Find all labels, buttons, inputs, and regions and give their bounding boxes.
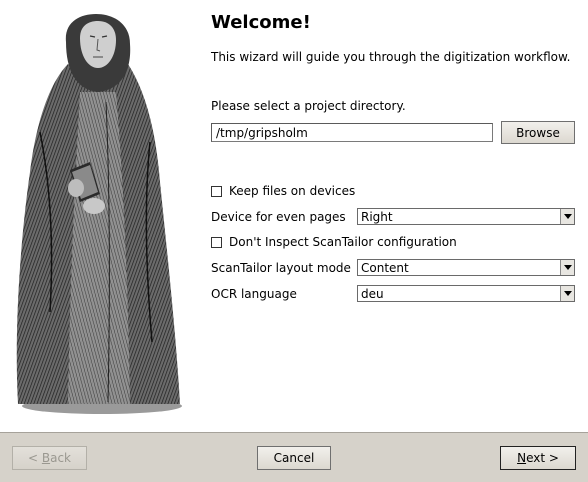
keep-files-checkbox[interactable]: Keep files on devices	[211, 184, 355, 198]
ocr-language-select[interactable]: deu	[357, 285, 575, 302]
layout-mode-select[interactable]: Content	[357, 259, 575, 276]
layout-mode-value: Content	[361, 260, 409, 275]
project-directory-label: Please select a project directory.	[211, 99, 406, 113]
ocr-language-label: OCR language	[211, 287, 297, 301]
even-pages-select[interactable]: Right	[357, 208, 575, 225]
back-button[interactable]: < Back	[12, 446, 87, 470]
even-pages-label: Device for even pages	[211, 210, 346, 224]
intro-text: This wizard will guide you through the d…	[211, 50, 571, 64]
back-label-rest: ack	[50, 451, 71, 465]
next-mnemonic: N	[517, 451, 527, 465]
dropdown-arrow-icon[interactable]	[560, 260, 574, 275]
project-directory-input[interactable]	[211, 123, 493, 142]
next-label-rest: ext >	[526, 451, 559, 465]
browse-button[interactable]: Browse	[501, 121, 575, 144]
page-title: Welcome!	[211, 12, 311, 33]
dont-inspect-label: Don't Inspect ScanTailor configuration	[229, 235, 457, 249]
monk-illustration	[16, 14, 182, 414]
dont-inspect-checkbox[interactable]: Don't Inspect ScanTailor configuration	[211, 235, 457, 249]
wizard-footer: < Back Cancel Next >	[0, 432, 588, 482]
keep-files-label: Keep files on devices	[229, 184, 356, 198]
dropdown-arrow-icon[interactable]	[560, 209, 574, 224]
ocr-language-value: deu	[361, 286, 384, 301]
dropdown-arrow-icon[interactable]	[560, 286, 574, 301]
cancel-button[interactable]: Cancel	[257, 446, 331, 470]
layout-mode-label: ScanTailor layout mode	[211, 261, 351, 275]
next-button[interactable]: Next >	[500, 446, 576, 470]
back-prefix: <	[27, 451, 42, 465]
checkbox-box[interactable]	[211, 185, 222, 197]
back-mnemonic: B	[41, 451, 51, 465]
even-pages-value: Right	[361, 209, 393, 224]
checkbox-box[interactable]	[211, 236, 222, 248]
